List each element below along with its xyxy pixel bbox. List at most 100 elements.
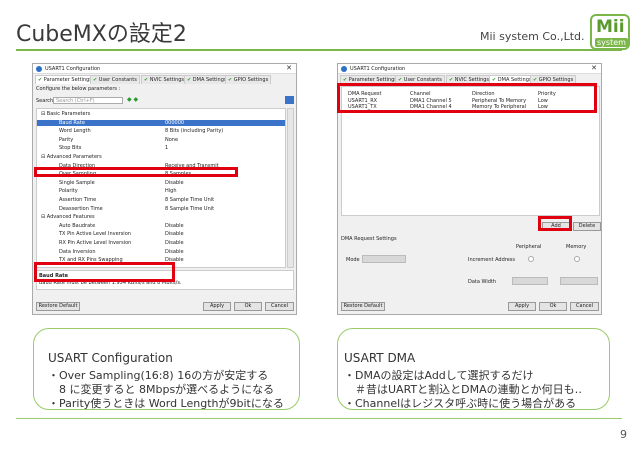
check-icon: ✔ xyxy=(187,77,192,83)
memory-label: Memory xyxy=(566,244,587,250)
tab-nvic-settings[interactable]: ✔ NVIC Settings xyxy=(141,75,188,84)
param-name: Parity xyxy=(59,136,74,143)
memory-data-width-select[interactable] xyxy=(560,277,598,285)
param-name: Auto Baudrate xyxy=(59,222,96,229)
param-name: Stop Bits xyxy=(59,145,82,152)
restore-default-button[interactable]: Restore Default xyxy=(36,302,80,311)
window-title: USART1 Configuration xyxy=(45,66,101,72)
param-name: RX Pin Active Level Inversion xyxy=(59,240,132,246)
window-titlebar: USART1 Configuration ✕ xyxy=(33,64,296,74)
check-icon: ✔ xyxy=(38,77,43,83)
apply-button[interactable]: Apply xyxy=(508,302,536,311)
param-value: 8 Bits (including Parity) xyxy=(165,128,224,135)
request-settings-label: DMA Request Settings xyxy=(341,236,397,242)
check-icon: ✔ xyxy=(228,77,233,83)
highlight-dma-table xyxy=(337,83,597,113)
memory-increment-checkbox[interactable] xyxy=(574,256,580,262)
card-heading: USART DMA xyxy=(344,351,416,365)
param-name: Word Length xyxy=(59,128,91,135)
grid-view-icon[interactable] xyxy=(285,96,294,104)
close-icon[interactable]: ✕ xyxy=(591,64,597,72)
tab-label: User Constants xyxy=(98,77,137,83)
card-heading: USART Configuration xyxy=(48,351,173,365)
search-input[interactable]: Search (Ctrl+F) xyxy=(53,97,123,104)
param-name: Deassertion Time xyxy=(59,205,103,212)
table-row[interactable]: Deassertion Time 8 Sample Time Unit xyxy=(37,206,285,212)
param-value: Disable xyxy=(165,240,184,246)
table-row[interactable]: Single Sample Disable xyxy=(37,180,285,186)
param-name: Data Inversion xyxy=(59,248,96,255)
param-name: ⊟ Advanced Parameters xyxy=(41,154,102,160)
app-icon xyxy=(36,66,42,72)
app-icon xyxy=(341,66,347,72)
mode-label: Mode xyxy=(346,257,360,263)
expand-icon[interactable]: ◆ ◆ xyxy=(127,96,138,103)
tab-dma-settings[interactable]: ✔ DMA Settings xyxy=(184,75,230,84)
param-name: TX Pin Active Level Inversion xyxy=(59,231,131,238)
usart-configuration-card: USART Configuration ・Over Sampling(16:8)… xyxy=(33,328,300,410)
param-value: 8 Sample Time Unit xyxy=(165,197,215,203)
check-icon: ✔ xyxy=(144,77,149,83)
param-value: 8 Sample Time Unit xyxy=(165,205,215,212)
param-name: Polarity xyxy=(59,188,78,195)
tree-group[interactable]: ⊟ Basic Parameters xyxy=(37,111,285,117)
highlight-baud-rate-description xyxy=(34,262,175,282)
parameter-tree: ⊟ Basic Parameters Baud Rate 000000 Word Le… xyxy=(36,108,286,268)
footer-divider xyxy=(16,418,622,419)
param-value: Disable xyxy=(165,231,184,238)
tree-group[interactable]: ⊟ Advanced Parameters xyxy=(37,154,285,160)
logo-text-bottom: system xyxy=(595,38,628,47)
page-number: 9 xyxy=(620,428,627,441)
tab-gpio-settings[interactable]: ✔ GPIO Settings xyxy=(225,75,272,84)
window-titlebar: USART1 Configuration ✕ xyxy=(338,64,601,74)
param-name: ⊟ Advanced Features xyxy=(41,214,95,221)
ok-button[interactable]: Ok xyxy=(234,302,262,311)
check-icon: ✔ xyxy=(93,77,98,83)
table-row[interactable]: Assertion Time 8 Sample Time Unit xyxy=(37,197,285,203)
table-row[interactable]: RX Pin Active Level Inversion Disable xyxy=(37,240,285,246)
param-name: Single Sample xyxy=(59,179,95,186)
card-line: ・Channelはレジスタ呼ぶ時に使う場合がある xyxy=(344,397,577,410)
table-row[interactable]: Auto Baudrate Disable xyxy=(37,223,285,229)
tab-label: DMA Settings xyxy=(192,77,227,83)
header-divider xyxy=(16,49,622,51)
close-icon[interactable]: ✕ xyxy=(286,64,292,72)
slide: CubeMXの設定2 Mii system Co.,Ltd. Mii syste… xyxy=(0,0,638,452)
mode-select[interactable] xyxy=(362,255,406,263)
param-name: ⊟ Basic Parameters xyxy=(41,111,91,117)
restore-default-button[interactable]: Restore Default xyxy=(341,302,385,311)
table-row[interactable]: Data Inversion Disable xyxy=(37,249,285,255)
company-logo: Mii system xyxy=(590,14,630,50)
table-row[interactable]: Parity None xyxy=(37,137,285,143)
param-value: 1 xyxy=(165,145,169,152)
table-row[interactable]: Word Length 8 Bits (including Parity) xyxy=(37,128,285,134)
delete-button[interactable]: Delete xyxy=(573,222,601,231)
tab-parameter-settings[interactable]: ✔ Parameter Settings xyxy=(35,75,95,84)
tree-group[interactable]: ⊟ Advanced Features xyxy=(37,214,285,220)
tab-label: Parameter Settings xyxy=(43,77,92,83)
ok-button[interactable]: Ok xyxy=(539,302,567,311)
tab-user-constants[interactable]: ✔ User Constants xyxy=(90,75,140,84)
scrollbar[interactable] xyxy=(287,108,294,268)
tab-label: NVIC Settings xyxy=(149,77,185,83)
param-value: Disable xyxy=(165,179,184,186)
logo-text-top: Mii xyxy=(596,17,625,37)
param-value: None xyxy=(165,136,179,143)
param-value: High xyxy=(165,188,177,195)
window-title: USART1 Configuration xyxy=(350,66,406,72)
peripheral-increment-checkbox[interactable] xyxy=(528,256,534,262)
cancel-button[interactable]: Cancel xyxy=(570,302,599,311)
table-row[interactable]: Stop Bits 1 xyxy=(37,145,285,151)
table-row[interactable]: Polarity High xyxy=(37,188,285,194)
cancel-button[interactable]: Cancel xyxy=(265,302,294,311)
apply-button[interactable]: Apply xyxy=(203,302,231,311)
usart-dma-card: USART DMA ・DMAの設定はAddして選択するだけ ＃昔はUARTと割込… xyxy=(337,328,610,410)
table-row[interactable]: Baud Rate 000000 xyxy=(37,119,285,126)
data-width-label: Data Width xyxy=(468,279,497,285)
param-name: Assertion Time xyxy=(59,197,97,203)
peripheral-data-width-select[interactable] xyxy=(512,277,548,285)
tab-label: GPIO Settings xyxy=(233,77,269,83)
card-line: ・Parity使うときは Word Lengthが9bitになる xyxy=(48,397,284,410)
table-row[interactable]: TX Pin Active Level Inversion Disable xyxy=(37,231,285,237)
param-value: Disable xyxy=(165,222,184,229)
